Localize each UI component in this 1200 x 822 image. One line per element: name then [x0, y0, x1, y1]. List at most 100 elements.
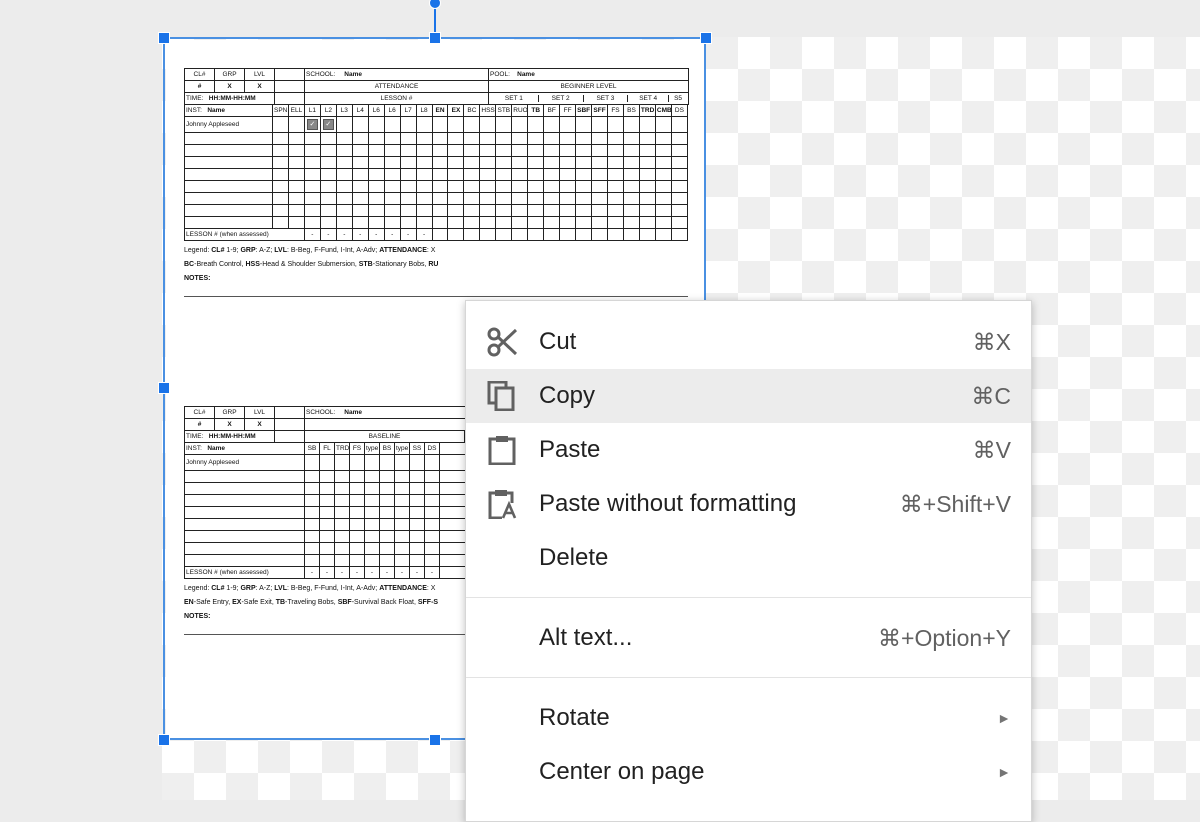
lesson-header: LESSON # — [303, 92, 490, 105]
menu-separator — [466, 597, 1031, 598]
resize-handle-left[interactable] — [158, 382, 170, 394]
toolbar-area — [0, 0, 1200, 38]
attendance-sheet-1: CL# GRP LVL SCHOOL: Name POOL: Name # X … — [184, 68, 690, 297]
col-header: L4 — [351, 104, 369, 117]
blank-cell — [274, 68, 305, 81]
student-name: Johnny Appleseed — [184, 116, 273, 133]
cl-header: CL# — [184, 406, 215, 419]
notes-label: NOTES: — [184, 275, 211, 282]
context-menu: Cut ⌘X Copy ⌘C Paste ⌘V Paste without fo… — [465, 300, 1032, 822]
check-icon: ✓ — [322, 119, 334, 130]
grp-header: GRP — [214, 68, 245, 81]
time-cell: TIME: HH:MM-HH:MM — [184, 430, 275, 443]
col-header: SPN — [272, 104, 289, 117]
col-header: SB — [304, 442, 320, 455]
check-icon: ✓ — [306, 119, 318, 130]
col-header: ELL — [287, 104, 305, 117]
menu-item-delete[interactable]: Delete — [466, 531, 1031, 585]
col-header: SFF — [591, 104, 609, 117]
inst-cell: INST: Name — [184, 104, 273, 117]
scissors-icon — [487, 327, 518, 357]
sheet1-grid: INST: Name SPN ELL L1 L2 L3 L4 L6 L6 L7 … — [184, 104, 689, 241]
col-header: BC — [463, 104, 481, 117]
col-header: L2 — [319, 104, 337, 117]
col-header: L6 — [383, 104, 401, 117]
col-header: type — [394, 442, 410, 455]
col-header: L3 — [335, 104, 353, 117]
cl-value: # — [184, 80, 215, 93]
sheet1-header-table: CL# GRP LVL SCHOOL: Name POOL: Name # X … — [184, 68, 690, 105]
rotate-label: Rotate — [539, 704, 610, 731]
col-header: HSS — [479, 104, 497, 117]
blank-cell — [274, 92, 305, 105]
grp-header: GRP — [214, 406, 245, 419]
lvl-value: X — [244, 418, 275, 431]
col-header: CMB — [654, 104, 672, 117]
resize-handle-bottom[interactable] — [429, 734, 441, 746]
paste-shortcut: ⌘V — [972, 437, 1011, 463]
grp-value: X — [214, 418, 245, 431]
col-header: SS — [409, 442, 425, 455]
col-header: FS — [349, 442, 365, 455]
col-header: TB — [527, 104, 545, 117]
menu-item-paste[interactable]: Paste ⌘V — [466, 423, 1031, 477]
col-header: L7 — [399, 104, 417, 117]
menu-item-rotate[interactable]: Rotate ► — [466, 691, 1031, 745]
copy-shortcut: ⌘C — [971, 383, 1011, 409]
col-header: FF — [559, 104, 577, 117]
alt-text-shortcut: ⌘+Option+Y — [878, 625, 1011, 651]
menu-item-cut[interactable]: Cut ⌘X — [466, 315, 1031, 369]
col-header: FS — [607, 104, 624, 117]
copy-icon — [487, 381, 515, 411]
lvl-header: LVL — [244, 68, 275, 81]
attendance-header: ATTENDANCE — [303, 80, 490, 93]
paste-without-formatting-shortcut: ⌘+Shift+V — [899, 491, 1011, 517]
left-gutter — [0, 37, 162, 800]
submenu-arrow-icon: ► — [997, 764, 1011, 780]
col-header: BF — [543, 104, 561, 117]
pool-cell: POOL: Name — [488, 68, 690, 81]
col-header: BS — [379, 442, 395, 455]
submenu-arrow-icon: ► — [997, 710, 1011, 726]
col-header: L1 — [303, 104, 321, 117]
col-header: TRD — [334, 442, 350, 455]
lesson-row-label: LESSON # (when assessed) — [184, 566, 305, 579]
resize-handle-bottom-left[interactable] — [158, 734, 170, 746]
baseline-header: BASELINE — [304, 430, 465, 443]
paste-label: Paste — [539, 436, 601, 463]
lesson-row-label: LESSON # (when assessed) — [184, 228, 305, 241]
col-header: EN — [431, 104, 449, 117]
notes-label: NOTES: — [184, 613, 211, 620]
paste-without-formatting-label: Paste without formatting — [539, 490, 797, 517]
sets-header: SET 1 SET 2 SET 3 SET 4 S5 — [488, 92, 690, 105]
resize-handle-top[interactable] — [429, 32, 441, 44]
alt-text-label: Alt text... — [539, 624, 633, 651]
menu-item-alt-text[interactable]: Alt text... ⌘+Option+Y — [466, 611, 1031, 665]
center-on-page-label: Center on page — [539, 758, 705, 785]
col-header: TRD — [638, 104, 656, 117]
cut-label: Cut — [539, 328, 577, 355]
resize-handle-top-right[interactable] — [700, 32, 712, 44]
grp-value: X — [214, 80, 245, 93]
menu-item-paste-without-formatting[interactable]: Paste without formatting ⌘+Shift+V — [466, 477, 1031, 531]
col-header: DS — [424, 442, 440, 455]
col-header: STB — [495, 104, 513, 117]
menu-separator — [466, 677, 1031, 678]
col-header: type — [364, 442, 380, 455]
copy-label: Copy — [539, 382, 596, 409]
col-header: FL — [319, 442, 335, 455]
menu-item-center-on-page[interactable]: Center on page ► — [466, 745, 1031, 799]
menu-item-copy[interactable]: Copy ⌘C — [466, 369, 1031, 423]
level-header: BEGINNER LEVEL — [488, 80, 690, 93]
lvl-header: LVL — [244, 406, 275, 419]
col-header: DS — [670, 104, 689, 117]
col-header: RUO — [511, 104, 529, 117]
student-name: Johnny Appleseed — [184, 454, 305, 471]
col-header: L6 — [367, 104, 385, 117]
school-cell: SCHOOL: Name — [303, 68, 490, 81]
resize-handle-top-left[interactable] — [158, 32, 170, 44]
sheet1-legend: Legend: CL# 1-9; GRP: A-Z; LVL: B-Beg, F… — [184, 244, 688, 297]
clipboard-text-icon — [488, 490, 517, 519]
cl-value: # — [184, 418, 215, 431]
lvl-value: X — [244, 80, 275, 93]
